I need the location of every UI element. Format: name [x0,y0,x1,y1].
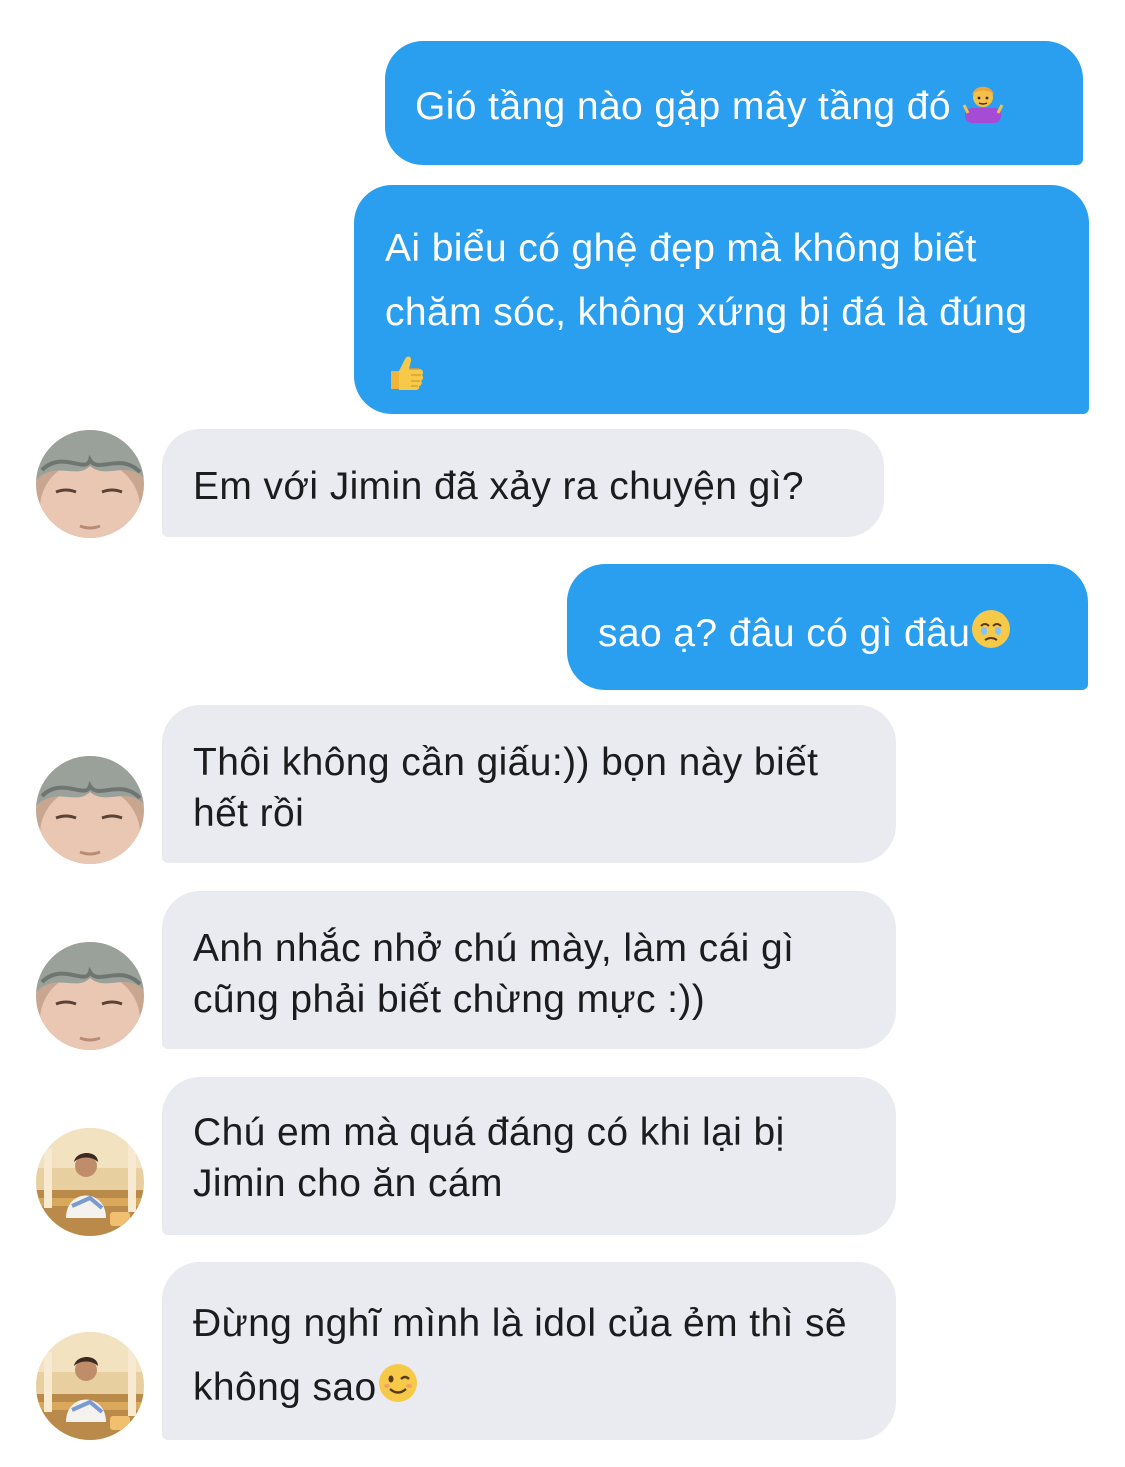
winking-face-emoji [378,1364,417,1402]
message-text: Thôi không cần giấu:)) bọn này biết hết … [193,741,819,835]
message-bubble-incoming[interactable]: Chú em mà quá đáng có khi lại bị Jimin c… [162,1077,896,1235]
message-bubble-incoming[interactable]: Thôi không cần giấu:)) bọn này biết hết … [162,705,896,863]
chat-thread: Gió tầng nào gặp mây tầng đó Ai biểu có … [0,0,1125,1467]
message-text: Đừng nghĩ mình là idol của ẻm thì sẽ khô… [193,1302,848,1409]
message-bubble-incoming[interactable]: Em với Jimin đã xảy ra chuyện gì? [162,429,884,537]
avatar[interactable] [36,756,144,864]
holding-back-tears-emoji [972,610,1011,648]
message-text: Em với Jimin đã xảy ra chuyện gì? [193,465,805,508]
avatar-grey-hair-icon [36,942,144,1050]
avatar[interactable] [36,1332,144,1440]
message-bubble-outgoing[interactable]: Gió tầng nào gặp mây tầng đó [385,41,1083,165]
message-bubble-incoming[interactable]: Anh nhắc nhở chú mày, làm cái gì cũng ph… [162,891,896,1049]
message-bubble-incoming[interactable]: Đừng nghĩ mình là idol của ẻm thì sẽ khô… [162,1262,896,1440]
message-text: Ai biểu có ghệ đẹp mà không biết chăm só… [385,227,1028,334]
avatar-grey-hair-icon [36,430,144,538]
avatar-grey-hair-icon [36,756,144,864]
woman-shrugging-emoji [962,86,1004,123]
message-text: Chú em mà quá đáng có khi lại bị Jimin c… [193,1111,785,1205]
message-text: Gió tầng nào gặp mây tầng đó [415,85,951,128]
avatar-sunset-photo-icon [36,1128,144,1236]
avatar[interactable] [36,430,144,538]
message-bubble-outgoing[interactable]: sao ạ? đâu có gì đâu [567,564,1088,690]
avatar[interactable] [36,1128,144,1236]
message-bubble-outgoing[interactable]: Ai biểu có ghệ đẹp mà không biết chăm só… [354,185,1089,414]
thumbs-up-emoji [391,356,424,390]
message-text: sao ạ? đâu có gì đâu [598,612,971,655]
avatar[interactable] [36,942,144,1050]
avatar-sunset-photo-icon [36,1332,144,1440]
message-text: Anh nhắc nhở chú mày, làm cái gì cũng ph… [193,927,795,1021]
